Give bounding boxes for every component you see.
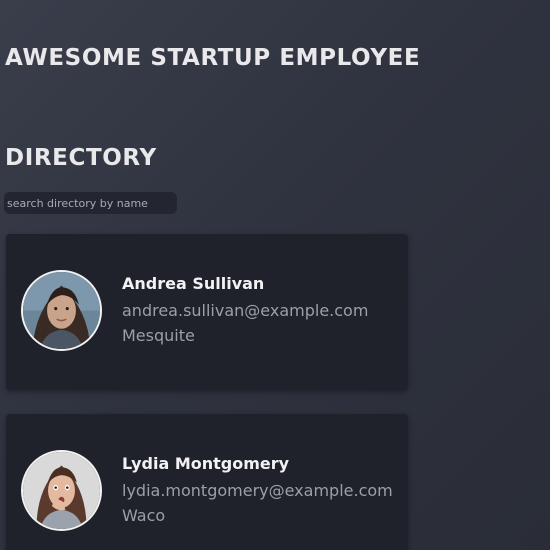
page-title-line-1: AWESOME STARTUP EMPLOYEE <box>5 45 421 71</box>
employee-city: Waco <box>122 506 166 525</box>
employee-name: Lydia Montgomery <box>122 454 290 473</box>
employee-city: Mesquite <box>122 326 195 345</box>
employee-email: lydia.montgomery@example.com <box>122 481 393 500</box>
avatar <box>21 450 102 531</box>
employee-info: Andrea Sullivan andrea.sullivan@example.… <box>122 274 368 345</box>
employee-card[interactable]: Andrea Sullivan andrea.sullivan@example.… <box>6 234 408 390</box>
employee-info: Lydia Montgomery lydia.montgomery@exampl… <box>122 454 393 525</box>
employee-photo <box>23 452 100 529</box>
avatar <box>21 270 102 351</box>
page-title: AWESOME STARTUP EMPLOYEE DIRECTORY <box>5 8 545 208</box>
employee-name: Andrea Sullivan <box>122 274 265 293</box>
employee-card[interactable]: Lydia Montgomery lydia.montgomery@exampl… <box>6 414 408 550</box>
search-input[interactable] <box>4 192 177 214</box>
employee-email: andrea.sullivan@example.com <box>122 301 369 320</box>
employee-photo <box>23 272 100 349</box>
